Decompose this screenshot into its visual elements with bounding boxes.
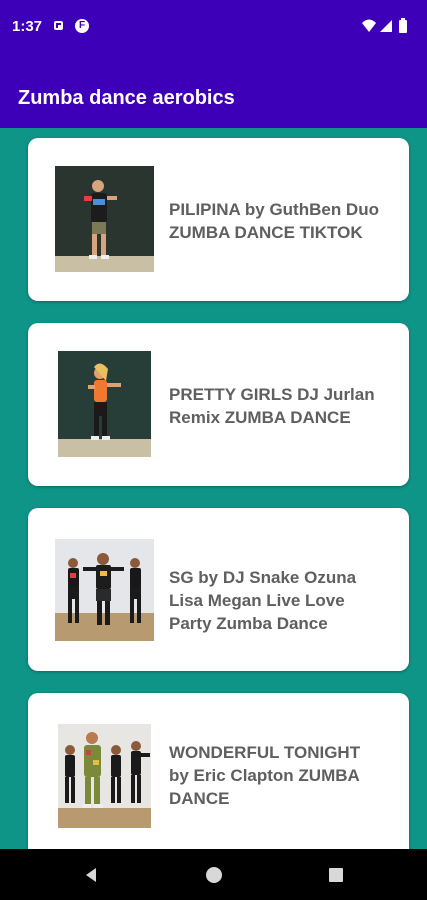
video-title-line: Remix ZUMBA DANCE (169, 408, 351, 427)
video-thumbnail (58, 724, 151, 828)
video-title-line: ZUMBA DANCE TIKTOK (169, 223, 363, 242)
status-bar: 1:37 F (0, 0, 427, 56)
video-title-line: by Eric Clapton ZUMBA (169, 766, 360, 785)
video-title-line: DANCE (169, 789, 230, 808)
sim-card-icon (54, 21, 63, 30)
video-title-line: Lisa Megan Live Love (169, 591, 345, 610)
back-icon[interactable] (80, 863, 104, 887)
video-title-line: SG by DJ Snake Ozuna (169, 568, 357, 587)
video-card[interactable]: PILIPINA by GuthBen Duo ZUMBA DANCE TIKT… (28, 138, 409, 301)
video-thumbnail (58, 351, 151, 457)
video-card[interactable]: SG by DJ Snake Ozuna Lisa Megan Live Lov… (28, 508, 409, 671)
status-time: 1:37 (12, 18, 43, 35)
signal-icon (380, 20, 392, 32)
video-title-line: Party Zumba Dance (169, 614, 328, 633)
wifi-icon (362, 19, 376, 32)
page-title: Zumba dance aerobics (18, 87, 235, 109)
video-card[interactable]: WONDERFUL TONIGHT by Eric Clapton ZUMBA … (28, 693, 409, 868)
app-bar: Zumba dance aerobics (0, 56, 427, 128)
battery-icon (399, 18, 407, 33)
video-thumbnail (55, 166, 154, 272)
fitness-app-icon: F (75, 19, 89, 33)
video-title-line: PILIPINA by GuthBen Duo (169, 200, 379, 219)
video-title: WONDERFUL TONIGHT by Eric Clapton ZUMBA … (169, 741, 401, 810)
recents-icon[interactable] (324, 863, 348, 887)
video-thumbnail (55, 539, 154, 641)
video-title: PRETTY GIRLS DJ Jurlan Remix ZUMBA DANCE (169, 383, 401, 429)
status-icons (361, 16, 417, 36)
video-title-line: WONDERFUL TONIGHT (169, 743, 361, 762)
home-icon[interactable] (202, 863, 226, 887)
video-title-line: PRETTY GIRLS DJ Jurlan (169, 385, 375, 404)
video-card[interactable]: PRETTY GIRLS DJ Jurlan Remix ZUMBA DANCE (28, 323, 409, 486)
video-title: SG by DJ Snake Ozuna Lisa Megan Live Lov… (169, 566, 401, 635)
video-title: PILIPINA by GuthBen Duo ZUMBA DANCE TIKT… (169, 198, 401, 244)
navigation-bar (0, 849, 427, 900)
